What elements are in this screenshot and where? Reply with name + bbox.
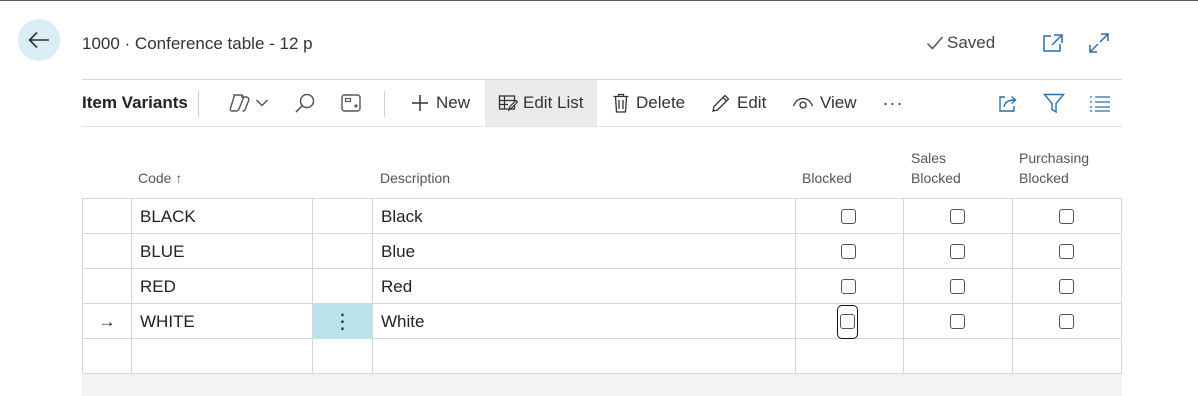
pencil-icon <box>712 94 730 112</box>
grid-line <box>1012 198 1013 374</box>
grid-line <box>131 198 132 374</box>
arrow-left-icon <box>28 31 49 49</box>
back-button[interactable] <box>18 19 60 61</box>
open-in-new-window-button[interactable] <box>1041 31 1065 55</box>
grid-line <box>795 198 796 374</box>
column-header-purchasing-blocked-line2: Blocked <box>1019 170 1069 186</box>
toolbar-separator <box>198 91 199 117</box>
sales-blocked-checkbox[interactable] <box>950 269 965 304</box>
column-header-sales-blocked-line1: Sales <box>911 150 947 166</box>
description-cell[interactable]: Black <box>381 199 423 234</box>
chevron-down-icon <box>256 99 268 107</box>
saved-status: Saved <box>926 33 995 53</box>
purchasing-blocked-checkbox[interactable] <box>1059 304 1074 339</box>
table-row[interactable]: RED Red <box>82 269 1122 304</box>
item-variants-table: BLACK Black BLUE Blue RED Red → WHITE ⋮ … <box>82 198 1122 374</box>
toolbar-caption: Item Variants <box>82 93 188 112</box>
table-row[interactable]: BLUE Blue <box>82 234 1122 269</box>
edit-button[interactable]: Edit <box>711 80 777 126</box>
expand-icon <box>1089 33 1109 53</box>
edit-list-button[interactable]: Edit List <box>485 80 597 126</box>
trash-icon <box>613 93 629 113</box>
toolbar-bottom-divider <box>82 126 1122 127</box>
view-button[interactable]: View <box>792 80 870 126</box>
toolbar-separator <box>384 91 385 117</box>
purchasing-blocked-checkbox[interactable] <box>1059 199 1074 234</box>
new-button[interactable]: New <box>400 80 478 126</box>
code-cell[interactable]: BLUE <box>140 234 184 269</box>
column-header-description[interactable]: Description <box>380 168 450 188</box>
column-header-purchasing-blocked-line1: Purchasing <box>1019 150 1090 166</box>
edit-list-icon <box>498 95 518 112</box>
action-bar: Item Variants New Edit List Delete Edit … <box>82 80 1122 126</box>
eye-icon <box>792 97 814 109</box>
grid-line <box>1121 198 1122 374</box>
list-icon <box>1090 96 1110 112</box>
copilot-button[interactable] <box>226 80 272 126</box>
table-row-new[interactable] <box>82 339 1122 374</box>
sales-blocked-checkbox[interactable] <box>950 199 965 234</box>
description-cell[interactable]: Blue <box>381 234 415 269</box>
code-cell[interactable]: WHITE <box>140 304 195 339</box>
column-header-blocked[interactable]: Blocked <box>802 168 852 188</box>
column-header-sales-blocked-line2: Blocked <box>911 170 961 186</box>
search-button[interactable] <box>290 80 320 126</box>
share-button[interactable] <box>996 80 1020 126</box>
search-icon <box>295 93 315 113</box>
table-row-current[interactable]: → WHITE ⋮ White <box>82 304 1122 339</box>
purchasing-blocked-checkbox[interactable] <box>1059 234 1074 269</box>
delete-button-label: Delete <box>636 93 686 112</box>
column-header-sales-blocked[interactable]: Sales Blocked <box>911 148 961 188</box>
sort-ascending-icon: ↑ <box>175 170 183 186</box>
row-menu-button[interactable]: ⋮ <box>313 304 372 339</box>
current-row-arrow-icon: → <box>98 311 116 331</box>
checkmark-icon <box>926 36 944 50</box>
sales-blocked-checkbox[interactable] <box>950 304 965 339</box>
description-cell[interactable]: White <box>381 304 424 339</box>
share-icon <box>999 95 1017 112</box>
open-new-window-icon <box>1043 34 1063 52</box>
purchasing-blocked-checkbox[interactable] <box>1059 269 1074 304</box>
analysis-mode-button[interactable] <box>336 80 366 126</box>
column-header-code[interactable]: Code ↑ <box>138 168 182 188</box>
window-top-border <box>0 0 1198 1</box>
grid-line <box>903 198 904 374</box>
new-button-label: New <box>436 93 471 112</box>
grid-line <box>82 198 83 374</box>
blocked-checkbox[interactable] <box>841 199 856 234</box>
description-cell[interactable]: Red <box>381 269 412 304</box>
sales-blocked-checkbox[interactable] <box>950 234 965 269</box>
grid-line <box>312 198 313 374</box>
table-row[interactable]: BLACK Black <box>82 199 1122 234</box>
list-footer <box>82 374 1122 396</box>
page-title: 1000 · Conference table - 12 p <box>82 34 313 53</box>
blocked-checkbox[interactable] <box>841 234 856 269</box>
plus-icon <box>412 95 428 111</box>
analysis-mode-icon <box>341 94 361 112</box>
list-view-button[interactable] <box>1088 80 1112 126</box>
blocked-checkbox[interactable] <box>841 269 856 304</box>
column-header-code-label: Code <box>138 170 172 186</box>
column-header-purchasing-blocked[interactable]: Purchasing Blocked <box>1019 148 1089 188</box>
more-options-button[interactable]: ··· <box>880 80 906 126</box>
blocked-checkbox[interactable] <box>837 304 858 339</box>
filter-button[interactable] <box>1042 80 1066 126</box>
expand-button[interactable] <box>1087 31 1111 55</box>
code-cell[interactable]: BLACK <box>140 199 196 234</box>
edit-button-label: Edit <box>737 93 767 112</box>
code-cell[interactable]: RED <box>140 269 176 304</box>
view-button-label: View <box>820 93 857 112</box>
copilot-icon <box>229 94 250 112</box>
grid-line <box>372 198 373 374</box>
saved-label: Saved <box>947 33 996 52</box>
filter-icon <box>1043 93 1065 114</box>
delete-button[interactable]: Delete <box>610 80 700 126</box>
edit-list-button-label: Edit List <box>523 93 584 112</box>
